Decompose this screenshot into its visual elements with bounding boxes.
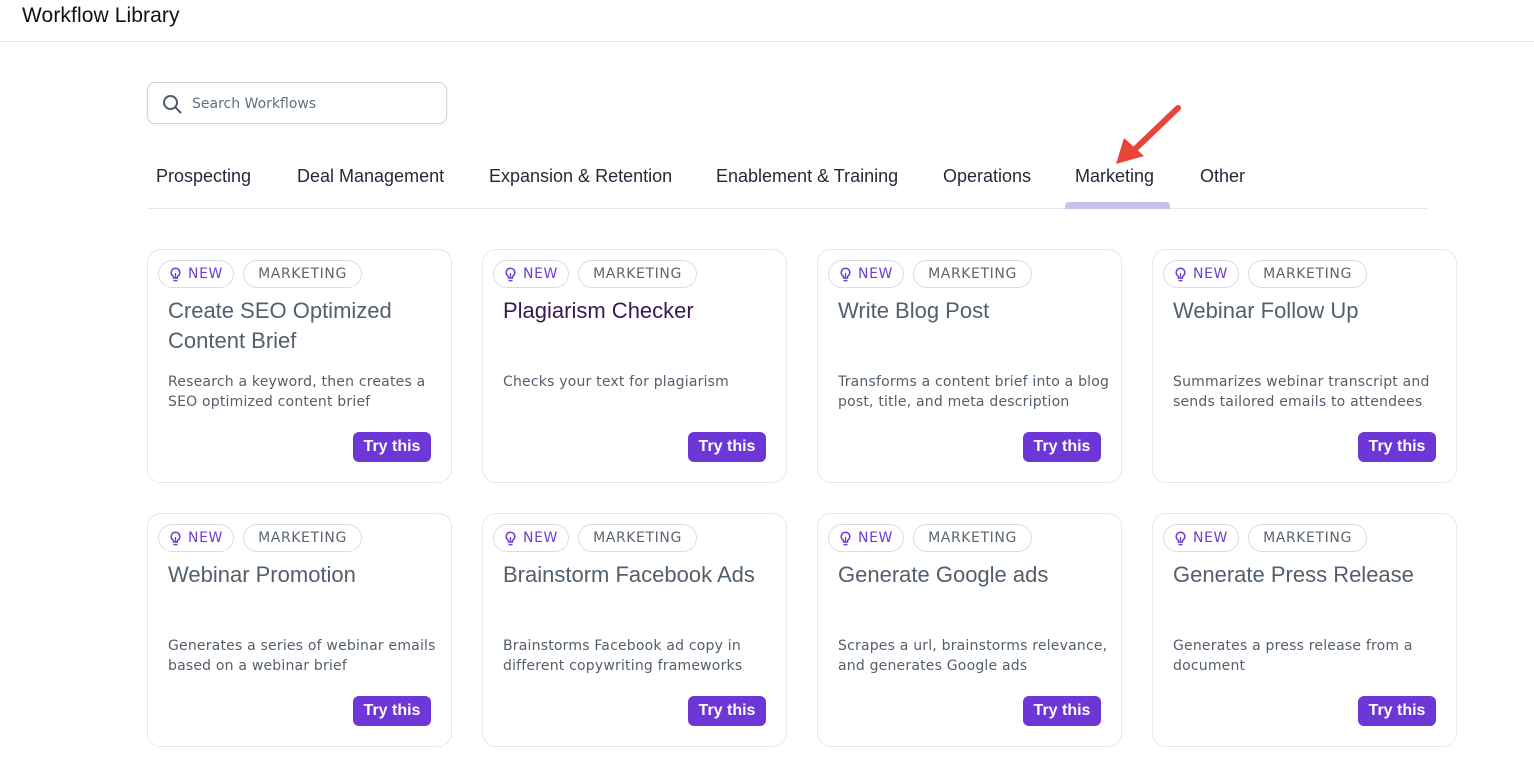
new-badge: NEW bbox=[828, 260, 904, 288]
new-badge: NEW bbox=[493, 260, 569, 288]
workflow-card[interactable]: NEW MARKETING Webinar Promotion Generate… bbox=[147, 513, 452, 747]
card-description: Summarizes webinar transcript and sends … bbox=[1173, 374, 1430, 410]
new-badge: NEW bbox=[158, 524, 234, 552]
category-badge: MARKETING bbox=[243, 524, 362, 552]
try-this-button[interactable]: Try this bbox=[1358, 432, 1436, 462]
card-description: Research a keyword, then creates a SEO o… bbox=[168, 374, 426, 410]
search-box[interactable] bbox=[147, 82, 447, 124]
new-badge: NEW bbox=[828, 524, 904, 552]
new-badge: NEW bbox=[1163, 524, 1239, 552]
try-this-button[interactable]: Try this bbox=[688, 696, 766, 726]
card-title: Write Blog Post bbox=[838, 298, 990, 323]
card-description: Transforms a content brief into a blog p… bbox=[838, 374, 1110, 410]
search-input[interactable] bbox=[192, 91, 432, 117]
new-badge: NEW bbox=[1163, 260, 1239, 288]
lightbulb-icon bbox=[505, 530, 516, 545]
try-this-button[interactable]: Try this bbox=[688, 432, 766, 462]
search-icon bbox=[163, 95, 182, 114]
card-description: Brainstorms Facebook ad copy in differen… bbox=[503, 638, 743, 674]
tab-deal-management[interactable]: Deal Management bbox=[297, 166, 444, 187]
category-badge: MARKETING bbox=[1248, 260, 1367, 288]
card-title: Webinar Follow Up bbox=[1173, 298, 1359, 323]
page-title: Workflow Library bbox=[22, 4, 180, 27]
tab-operations[interactable]: Operations bbox=[943, 166, 1031, 187]
card-description: Checks your text for plagiarism bbox=[503, 374, 730, 390]
active-tab-indicator bbox=[1065, 202, 1170, 209]
card-title: Generate Google ads bbox=[838, 562, 1049, 587]
card-title: Brainstorm Facebook Ads bbox=[503, 562, 755, 587]
try-this-button[interactable]: Try this bbox=[1023, 696, 1101, 726]
card-title: Webinar Promotion bbox=[168, 562, 356, 587]
tab-prospecting[interactable]: Prospecting bbox=[156, 166, 251, 187]
workflow-card[interactable]: NEW MARKETING Generate Press Release Gen… bbox=[1152, 513, 1457, 747]
category-badge: MARKETING bbox=[578, 260, 697, 288]
tab-enablement-training[interactable]: Enablement & Training bbox=[716, 166, 898, 187]
category-badge: MARKETING bbox=[1248, 524, 1367, 552]
category-badge: MARKETING bbox=[243, 260, 362, 288]
card-title: Plagiarism Checker bbox=[503, 298, 694, 323]
try-this-button[interactable]: Try this bbox=[1023, 432, 1101, 462]
category-tabs: Prospecting Deal Management Expansion & … bbox=[147, 160, 1427, 209]
lightbulb-icon bbox=[170, 530, 181, 545]
category-badge: MARKETING bbox=[913, 524, 1032, 552]
try-this-button[interactable]: Try this bbox=[353, 432, 431, 462]
top-bar: Workflow Library bbox=[0, 0, 1534, 42]
workflow-card[interactable]: NEW MARKETING Brainstorm Facebook Ads Br… bbox=[482, 513, 787, 747]
card-title: Generate Press Release bbox=[1173, 562, 1414, 587]
lightbulb-icon bbox=[505, 266, 516, 281]
new-badge: NEW bbox=[493, 524, 569, 552]
new-badge: NEW bbox=[158, 260, 234, 288]
workflow-card[interactable]: NEW MARKETING Plagiarism Checker Checks … bbox=[482, 249, 787, 483]
card-description: Generates a series of webinar emails bas… bbox=[168, 638, 436, 674]
lightbulb-icon bbox=[1175, 530, 1186, 545]
workflow-card[interactable]: NEW MARKETING Write Blog Post Transforms… bbox=[817, 249, 1122, 483]
lightbulb-icon bbox=[840, 530, 851, 545]
tab-other[interactable]: Other bbox=[1200, 166, 1245, 187]
annotation-arrow-icon bbox=[1116, 105, 1181, 164]
lightbulb-icon bbox=[1175, 266, 1186, 281]
card-title: Create SEO Optimized Content Brief bbox=[168, 298, 392, 353]
category-badge: MARKETING bbox=[578, 524, 697, 552]
try-this-button[interactable]: Try this bbox=[1358, 696, 1436, 726]
workflow-card[interactable]: NEW MARKETING Create SEO Optimized Conte… bbox=[147, 249, 452, 483]
lightbulb-icon bbox=[170, 266, 181, 281]
card-description: Scrapes a url, brainstorms relevance, an… bbox=[838, 638, 1108, 674]
workflow-card[interactable]: NEW MARKETING Generate Google ads Scrape… bbox=[817, 513, 1122, 747]
workflow-card[interactable]: NEW MARKETING Webinar Follow Up Summariz… bbox=[1152, 249, 1457, 483]
try-this-button[interactable]: Try this bbox=[353, 696, 431, 726]
category-badge: MARKETING bbox=[913, 260, 1032, 288]
lightbulb-icon bbox=[840, 266, 851, 281]
card-description: Generates a press release from a documen… bbox=[1173, 638, 1413, 674]
tab-expansion-retention[interactable]: Expansion & Retention bbox=[489, 166, 672, 187]
